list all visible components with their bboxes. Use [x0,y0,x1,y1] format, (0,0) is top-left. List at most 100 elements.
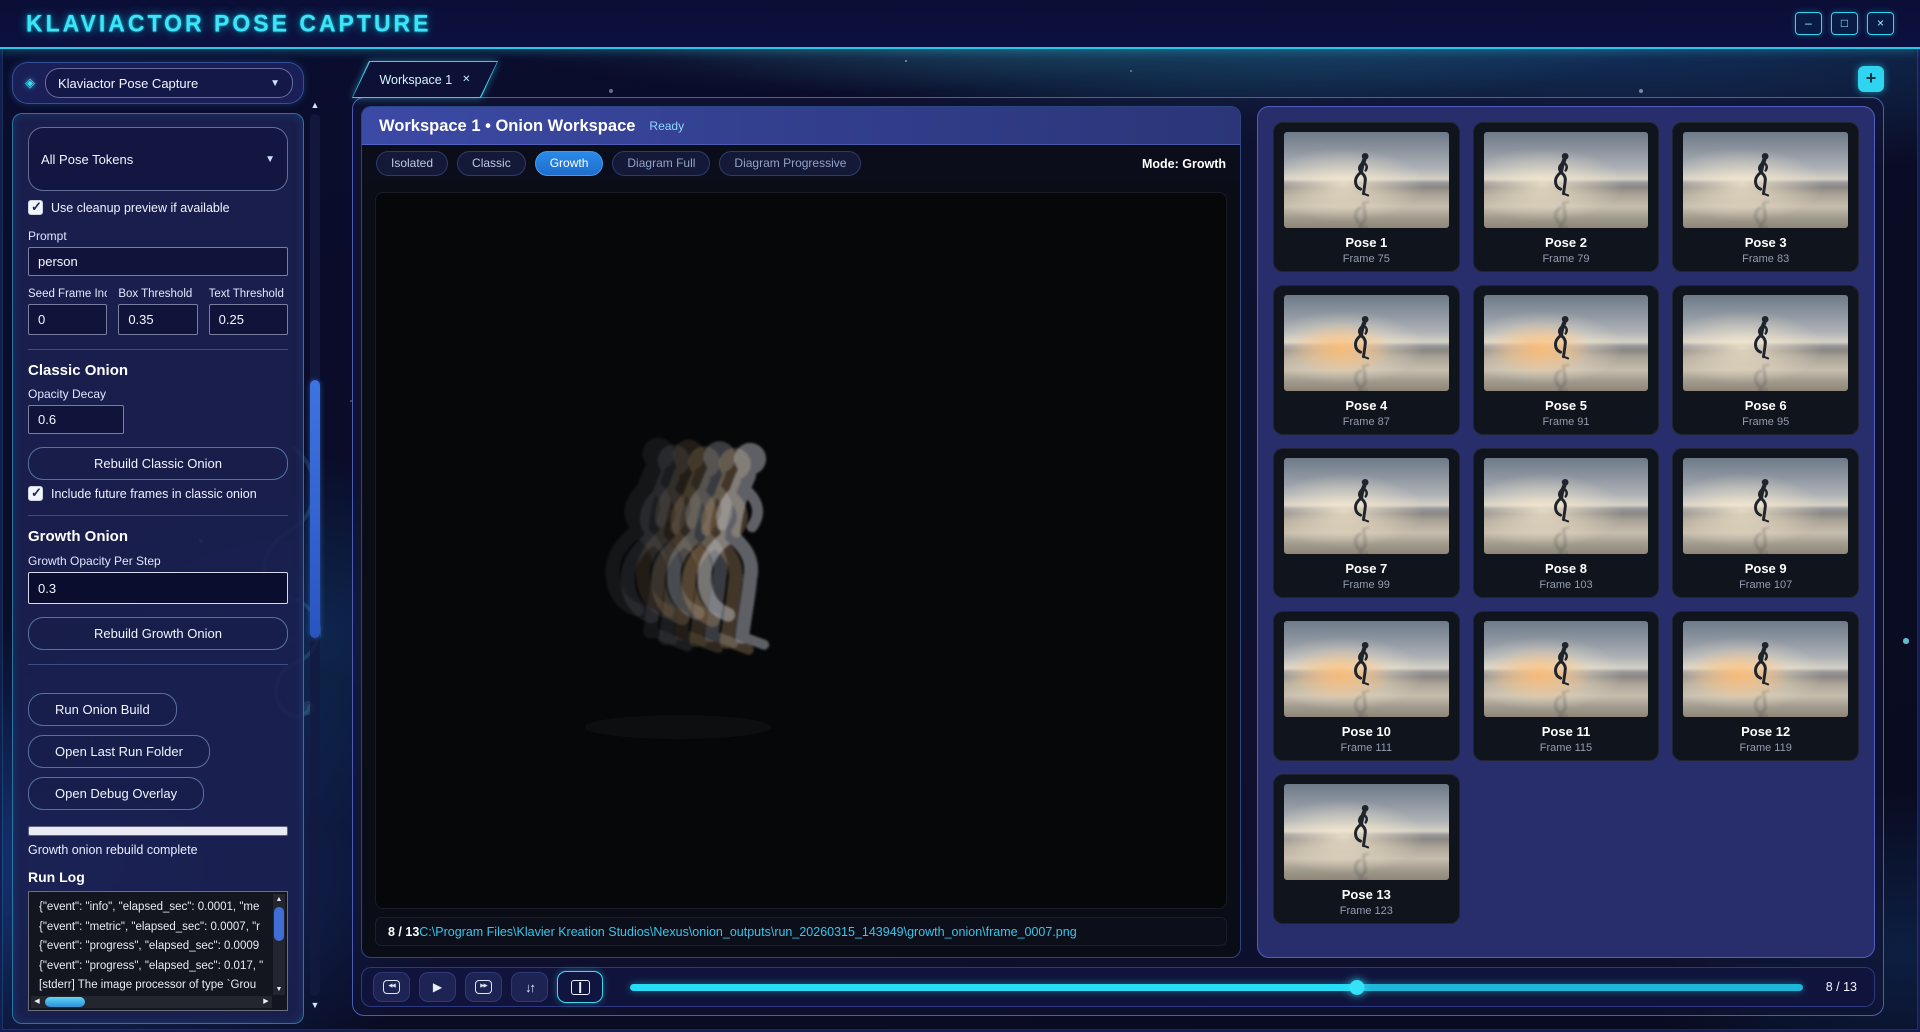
token-select-value: All Pose Tokens [41,151,134,167]
pose-frame-label: Frame 99 [1342,579,1390,591]
pose-frame-label: Frame 103 [1539,579,1593,591]
play-button[interactable]: ▶ [419,972,456,1002]
pose-thumbnail [1284,621,1449,717]
mode-diagram-full-button[interactable]: Diagram Full [612,151,711,176]
pose-frame-label: Frame 75 [1342,253,1390,265]
pose-card[interactable]: Pose 1 Frame 75 [1273,122,1460,272]
text-threshold-label: Text Threshold [208,288,284,300]
build-progress-bar [28,826,288,836]
scroll-right-icon[interactable]: ▶ [260,996,272,1008]
build-status-text: Growth onion rebuild complete [28,843,198,857]
pose-card[interactable]: Pose 9 Frame 107 [1672,448,1859,598]
pose-card[interactable]: Pose 13 Frame 123 [1273,774,1460,924]
rebuild-growth-onion-button[interactable]: Rebuild Growth Onion [28,617,288,650]
pose-name: Pose 9 [1744,561,1787,576]
divider [28,515,288,516]
scroll-up-icon[interactable]: ▲ [308,100,322,110]
pose-card[interactable]: Pose 6 Frame 95 [1672,285,1859,435]
run-onion-build-button[interactable]: Run Onion Build [28,693,177,726]
frame-sort-button[interactable]: ↓↑ [511,972,548,1002]
run-log-box[interactable]: {"event": "info", "elapsed_sec": 0.0001,… [28,891,288,1011]
text-threshold-input[interactable] [208,304,288,335]
sidebar-scroll-thumb[interactable] [310,380,320,638]
prompt-input[interactable] [28,247,288,276]
growth-onion-heading: Growth Onion [28,528,128,545]
pose-thumbnail [1683,295,1848,391]
frame-slider[interactable] [630,972,1803,1002]
profile-select[interactable]: Klaviactor Pose Capture ▼ [45,68,293,98]
scroll-left-icon[interactable]: ◀ [31,996,43,1008]
open-debug-overlay-button[interactable]: Open Debug Overlay [28,777,205,810]
token-select[interactable]: All Pose Tokens ▼ [28,127,288,191]
pose-card[interactable]: Pose 11 Frame 115 [1472,611,1660,761]
onion-canvas[interactable] [375,192,1227,909]
box-threshold-input[interactable] [118,304,198,335]
chevron-down-icon: ▼ [270,77,280,89]
skip-end-button[interactable]: ▶▶ [465,972,502,1002]
close-button[interactable]: × [1867,12,1894,35]
mode-growth-button[interactable]: Growth [534,151,604,176]
rebuild-classic-onion-button[interactable]: Rebuild Classic Onion [28,447,288,480]
pose-card[interactable]: Pose 7 Frame 99 [1273,448,1460,598]
future-frames-checkbox-row[interactable]: Include future frames in classic onion [28,485,288,501]
split-view-button[interactable] [557,971,603,1003]
scroll-up-icon[interactable]: ▲ [273,894,285,905]
log-vertical-scrollbar[interactable]: ▲ ▼ [273,894,285,995]
sidebar-scrollbar[interactable]: ▲ ▼ [308,100,322,1010]
mode-indicator: Mode: Growth [1141,156,1226,171]
pose-name: Pose 11 [1541,724,1591,739]
run-log-heading: Run Log [28,869,85,885]
frame-file-path: C:\Program Files\Klavier Kreation Studio… [419,924,1077,939]
tab-label: Workspace 1 [379,72,453,87]
mode-classic-button[interactable]: Classic [457,151,526,176]
progress-fill [29,827,287,835]
skip-start-button[interactable]: ◀◀ [373,972,410,1002]
opacity-decay-input[interactable] [28,405,124,434]
skip-end-icon: ▶▶ [475,980,492,994]
frame-slider-track[interactable] [630,984,1803,991]
pose-frame-label: Frame 91 [1542,416,1590,428]
pose-card[interactable]: Pose 12 Frame 119 [1672,611,1859,761]
new-workspace-button[interactable]: + [1858,66,1884,92]
tab-close-icon[interactable]: ✕ [462,74,470,85]
seed-frame-input[interactable] [28,304,108,335]
onion-ghost-figures [538,365,793,780]
pose-frame-label: Frame 87 [1342,416,1390,428]
pose-thumbnail [1683,621,1848,717]
scroll-down-icon[interactable]: ▼ [273,984,285,995]
mode-isolated-button[interactable]: Isolated [376,151,449,176]
log-vscroll-thumb[interactable] [274,907,284,941]
pose-frame-label: Frame 83 [1742,253,1790,265]
checkbox-checked-icon[interactable] [28,199,43,215]
growth-opacity-input[interactable] [28,572,288,604]
pose-card[interactable]: Pose 8 Frame 103 [1472,448,1660,598]
pose-name: Pose 7 [1345,561,1388,576]
workspace-title: Workspace 1 • Onion Workspace [379,116,636,135]
pose-card[interactable]: Pose 5 Frame 91 [1472,285,1660,435]
open-last-run-folder-button[interactable]: Open Last Run Folder [28,735,210,768]
pose-card[interactable]: Pose 10 Frame 111 [1273,611,1460,761]
pose-name: Pose 3 [1744,235,1787,250]
pose-card[interactable]: Pose 3 Frame 83 [1672,122,1859,272]
play-icon: ▶ [432,980,443,994]
maximize-button[interactable]: □ [1831,12,1858,35]
sidebar: ◈ Klaviactor Pose Capture ▼ All Pose Tok… [12,62,304,1024]
split-view-icon [570,979,590,995]
action-buttons: Run Onion Build Open Last Run Folder Ope… [28,693,288,810]
window-controls: – □ × [1795,12,1894,35]
checkbox-checked-icon[interactable] [28,485,43,501]
pose-thumbnail [1683,458,1848,554]
profile-select-row: ◈ Klaviactor Pose Capture ▼ [12,62,304,104]
scroll-down-icon[interactable]: ▼ [308,1000,322,1010]
status-badge: Ready [649,119,685,133]
log-hscroll-thumb[interactable] [45,997,85,1007]
log-horizontal-scrollbar[interactable]: ◀ ▶ [31,996,272,1008]
pose-card[interactable]: Pose 2 Frame 79 [1472,122,1660,272]
tab-workspace-1[interactable]: Workspace 1 ✕ [352,61,498,98]
minimize-button[interactable]: – [1795,12,1822,35]
pose-card[interactable]: Pose 4 Frame 87 [1273,285,1460,435]
frame-slider-thumb[interactable] [1349,980,1365,995]
log-line: {"event": "metric", "elapsed_sec": 0.000… [39,920,260,933]
cleanup-checkbox-row[interactable]: Use cleanup preview if available [28,199,288,215]
mode-diagram-progressive-button[interactable]: Diagram Progressive [719,151,862,176]
